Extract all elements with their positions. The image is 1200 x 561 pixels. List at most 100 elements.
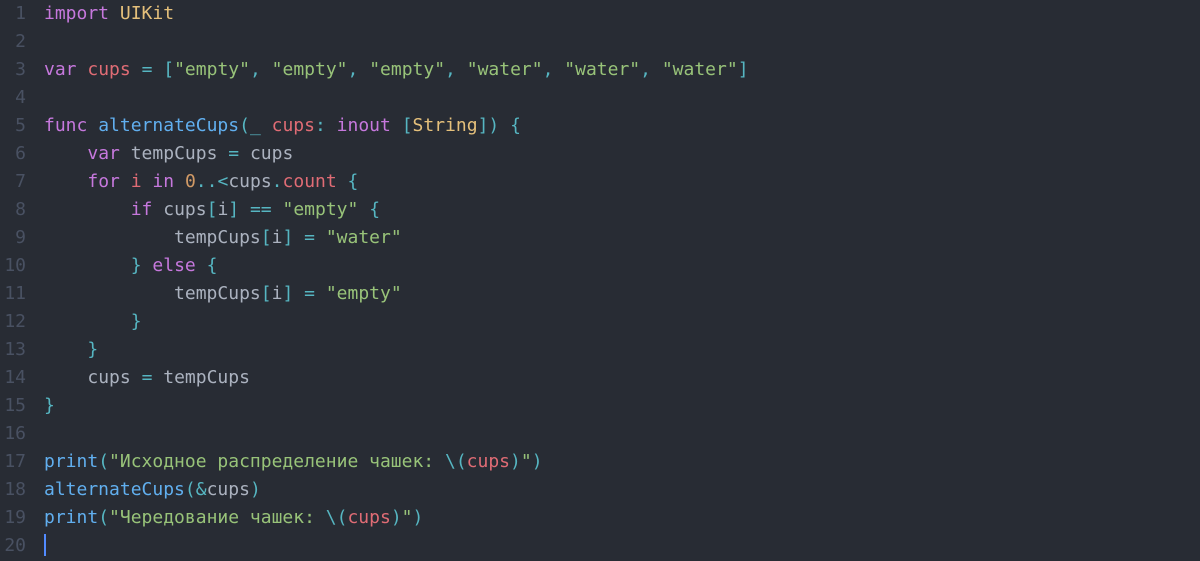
line-number: 20 [0, 532, 26, 560]
line-number: 11 [0, 280, 26, 308]
line-number: 19 [0, 504, 26, 532]
code-line[interactable] [44, 28, 749, 56]
token-plain [272, 199, 283, 220]
token-num: 0 [185, 171, 196, 192]
token-str: "Исходное распределение чашек: [109, 451, 445, 472]
token-plain [553, 59, 564, 80]
token-op: ) [413, 507, 424, 528]
code-line[interactable]: print("Исходное распределение чашек: \(c… [44, 448, 749, 476]
code-line[interactable]: } [44, 308, 749, 336]
line-number: 9 [0, 224, 26, 252]
token-id: cups [272, 115, 315, 136]
token-op: [ [163, 59, 174, 80]
token-op: , [250, 59, 261, 80]
token-fn: print [44, 507, 98, 528]
code-line[interactable] [44, 532, 749, 560]
token-plain [217, 143, 228, 164]
line-number: 10 [0, 252, 26, 280]
line-number: 6 [0, 140, 26, 168]
token-plain [44, 255, 131, 276]
token-op: : [315, 115, 326, 136]
token-plain [152, 367, 163, 388]
token-op: , [543, 59, 554, 80]
code-line[interactable]: } [44, 392, 749, 420]
code-line[interactable]: tempCups[i] = "water" [44, 224, 749, 252]
token-op: ] [738, 59, 749, 80]
code-line[interactable] [44, 420, 749, 448]
token-op: , [348, 59, 359, 80]
token-plain [499, 115, 510, 136]
token-plain [391, 115, 402, 136]
token-op: < [217, 171, 228, 192]
token-op: & [196, 479, 207, 500]
token-kw: var [44, 59, 77, 80]
code-line[interactable]: for i in 0..<cups.count { [44, 168, 749, 196]
token-plain [109, 3, 120, 24]
token-plain: cups [250, 143, 293, 164]
token-plain [44, 199, 131, 220]
token-op: [ [402, 115, 413, 136]
token-str: "water" [467, 59, 543, 80]
line-number: 16 [0, 420, 26, 448]
token-id: i [131, 171, 142, 192]
token-op: = [142, 367, 153, 388]
line-number: 15 [0, 392, 26, 420]
code-line[interactable]: } [44, 336, 749, 364]
token-op: ) [250, 479, 261, 500]
token-plain: cups [163, 199, 206, 220]
token-plain: cups [228, 171, 271, 192]
token-op: == [250, 199, 272, 220]
code-line[interactable]: cups = tempCups [44, 364, 749, 392]
line-number: 4 [0, 84, 26, 112]
token-str: "empty" [326, 283, 402, 304]
code-line[interactable]: var tempCups = cups [44, 140, 749, 168]
code-line[interactable]: var cups = ["empty", "empty", "empty", "… [44, 56, 749, 84]
token-plain [358, 199, 369, 220]
token-op: = [228, 143, 239, 164]
token-plain [261, 59, 272, 80]
token-plain [358, 59, 369, 80]
line-number: 17 [0, 448, 26, 476]
token-plain [44, 227, 174, 248]
token-op: } [87, 339, 98, 360]
code-line[interactable]: if cups[i] == "empty" { [44, 196, 749, 224]
token-plain [142, 171, 153, 192]
line-number: 1 [0, 0, 26, 28]
token-op: ( [98, 507, 109, 528]
token-op: = [304, 227, 315, 248]
token-plain: i [272, 283, 283, 304]
token-op: { [369, 199, 380, 220]
token-op: ( [98, 451, 109, 472]
code-editor[interactable]: 1234567891011121314151617181920 import U… [0, 0, 1200, 560]
code-line[interactable]: } else { [44, 252, 749, 280]
token-op: .. [196, 171, 218, 192]
code-line[interactable] [44, 84, 749, 112]
token-kw: inout [337, 115, 391, 136]
token-op: , [640, 59, 651, 80]
code-line[interactable]: func alternateCups(_ cups: inout [String… [44, 112, 749, 140]
line-number: 18 [0, 476, 26, 504]
token-plain [44, 171, 87, 192]
token-esc: ) [391, 507, 402, 528]
token-op: ) [532, 451, 543, 472]
token-op: ] [282, 283, 293, 304]
token-plain [44, 339, 87, 360]
token-plain [196, 255, 207, 276]
code-area[interactable]: import UIKit var cups = ["empty", "empty"… [36, 0, 749, 560]
code-line[interactable]: print("Чередование чашек: \(cups)") [44, 504, 749, 532]
token-plain [239, 199, 250, 220]
token-kw: if [131, 199, 153, 220]
token-plain [261, 115, 272, 136]
token-plain [152, 59, 163, 80]
token-plain [44, 311, 131, 332]
code-line[interactable]: import UIKit [44, 0, 749, 28]
token-kw: import [44, 3, 109, 24]
line-number: 8 [0, 196, 26, 224]
token-str: "water" [662, 59, 738, 80]
token-op: ] [228, 199, 239, 220]
token-plain [120, 143, 131, 164]
code-line[interactable]: alternateCups(&cups) [44, 476, 749, 504]
code-line[interactable]: tempCups[i] = "empty" [44, 280, 749, 308]
token-fn: alternateCups [44, 479, 185, 500]
token-fn: alternateCups [98, 115, 239, 136]
